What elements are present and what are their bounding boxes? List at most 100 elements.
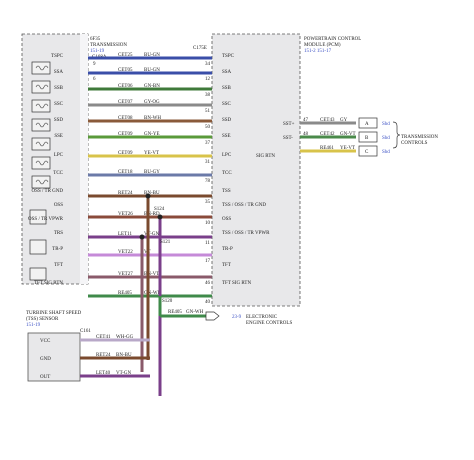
wire-circuit: CET18 — [118, 170, 133, 175]
right-label: OSS — [222, 217, 231, 222]
right-label: SSC — [222, 102, 232, 107]
output-color: GY — [340, 118, 348, 123]
right-label: SSA — [222, 70, 232, 75]
wire-right-pin: 31 — [205, 160, 211, 165]
right-label: SSE — [222, 134, 231, 139]
pcm-connector: C175E — [193, 46, 207, 51]
connector-letter: A — [365, 122, 369, 127]
output-label: SST- — [283, 136, 293, 141]
tss-pin-label: OUT — [40, 375, 50, 380]
output-circuit: CET42 — [320, 132, 335, 137]
wire-right-pin: 38 — [205, 93, 211, 98]
tss-connector: C161 — [80, 329, 91, 334]
wire-circuit: CET09 — [118, 132, 133, 137]
output-dest-2: CONTROLS — [401, 141, 428, 146]
wire-right-pin: 37 — [205, 141, 211, 146]
tss-pin-label: VCC — [40, 339, 51, 344]
wire-circuit: CET09 — [118, 151, 133, 156]
solenoid-icon — [31, 156, 51, 170]
output-color: YE-VT — [340, 146, 355, 151]
wire-circuit: CET25 — [118, 53, 133, 58]
tss-circuit: LET40 — [96, 371, 111, 376]
wire-circuit: CET06 — [118, 84, 133, 89]
tss-circuit: RET24 — [96, 353, 111, 358]
wire-color: GY-OG — [144, 100, 160, 105]
splice-label: S120 — [162, 299, 173, 304]
right-label: TFT SIG RTN — [222, 281, 251, 286]
trs-sensor-icon — [29, 239, 47, 255]
solenoid-icon — [31, 99, 51, 113]
tss-color: WH-GG — [116, 335, 134, 340]
left-label: SSD — [54, 118, 64, 123]
tss-label-1: TURBINE SHAFT SPEED — [26, 311, 82, 316]
wire-color: BN-WH — [144, 116, 161, 121]
wire-color: BU-GN — [144, 53, 160, 58]
output-pin: 47 — [303, 118, 309, 123]
wire-color: BU-GY — [144, 170, 160, 175]
right-label: TR-P — [222, 247, 233, 252]
wire-circuit: CET07 — [118, 100, 133, 105]
pcm-title-1: POWERTRAIN CONTROL — [304, 37, 361, 42]
wire-circuit: CET05 — [118, 68, 133, 73]
right-label: TSS / OSS / TR GND — [222, 203, 266, 208]
wire-right-pin: 11 — [205, 241, 210, 246]
left-label: TCC — [53, 171, 63, 176]
left-label: TRS — [54, 231, 63, 236]
wire-left-pin: 9 — [93, 62, 96, 67]
arrow-icon — [205, 311, 220, 321]
output-circuit: CET43 — [320, 118, 335, 123]
wire-color: GN-YE — [144, 132, 160, 137]
splice-dot — [157, 214, 163, 220]
left-label: SSC — [54, 102, 64, 107]
solenoid-icon — [31, 175, 51, 189]
engine-dest-1: ELECTRONIC — [246, 315, 278, 320]
output-ref: Shd — [382, 150, 390, 155]
right-label: TSS / OSS / TR VPWR — [222, 231, 270, 236]
wire-right-pin: 51 — [205, 109, 211, 114]
tss-circuit: CET41 — [96, 335, 111, 340]
wire-right-pin: 17 — [205, 259, 211, 264]
wire-circuit: RE405 — [118, 291, 132, 296]
left-label: TFT — [54, 263, 63, 268]
transmission-code: 6F35 — [90, 37, 101, 42]
solenoid-icon — [31, 61, 51, 75]
splice-dot — [139, 234, 145, 240]
wire-color: BN-VT — [144, 272, 159, 277]
output-circuit: RE461 — [320, 146, 334, 151]
left-label: OSS / TR VPWR — [28, 217, 64, 222]
left-label: SSB — [54, 86, 64, 91]
wire-circuit: LET11 — [118, 232, 132, 237]
left-label: SSA — [54, 70, 64, 75]
pcm-sig-rtn: SIG RTN — [256, 154, 275, 159]
wire-color: VT-GN — [144, 232, 159, 237]
wire-circuit: CET08 — [118, 116, 133, 121]
splice-label: S121 — [160, 240, 171, 245]
splice-label: S124 — [154, 207, 165, 212]
wire-right-pin: 50 — [205, 125, 211, 130]
right-label: SSB — [222, 86, 232, 91]
left-label: OSS / TR GND — [32, 189, 64, 194]
engine-circuit: RE405 — [168, 310, 182, 315]
engine-color: GN-WH — [186, 310, 204, 315]
wire-right-pin: 78 — [205, 179, 211, 184]
solenoid-icon — [31, 80, 51, 94]
solenoid-icon — [31, 137, 51, 151]
right-label: SSD — [222, 118, 232, 123]
wire-left-pin: 6 — [93, 77, 96, 82]
wire-right-pin: 40 — [205, 300, 211, 305]
wire-right-pin: 12 — [205, 77, 211, 82]
tss-pin-label: GND — [40, 357, 51, 362]
tss-color: BN-BU — [116, 353, 132, 358]
wire-color: BU-GN — [144, 68, 160, 73]
wire-color: GN-BN — [144, 84, 160, 89]
wire-right-pin: 46 — [205, 281, 211, 286]
wire-color: YE-VT — [144, 151, 159, 156]
left-label: TSPC — [51, 54, 64, 59]
solenoid-icon — [31, 118, 51, 132]
wire-right-pin: 35 — [205, 200, 211, 205]
right-label: LPC — [222, 153, 232, 158]
left-label: TFT SIG RTN — [34, 281, 63, 286]
output-dest-1: TRANSMISSION — [401, 135, 438, 140]
thermistor-icon — [29, 267, 47, 281]
left-label: TR-P — [52, 247, 63, 252]
